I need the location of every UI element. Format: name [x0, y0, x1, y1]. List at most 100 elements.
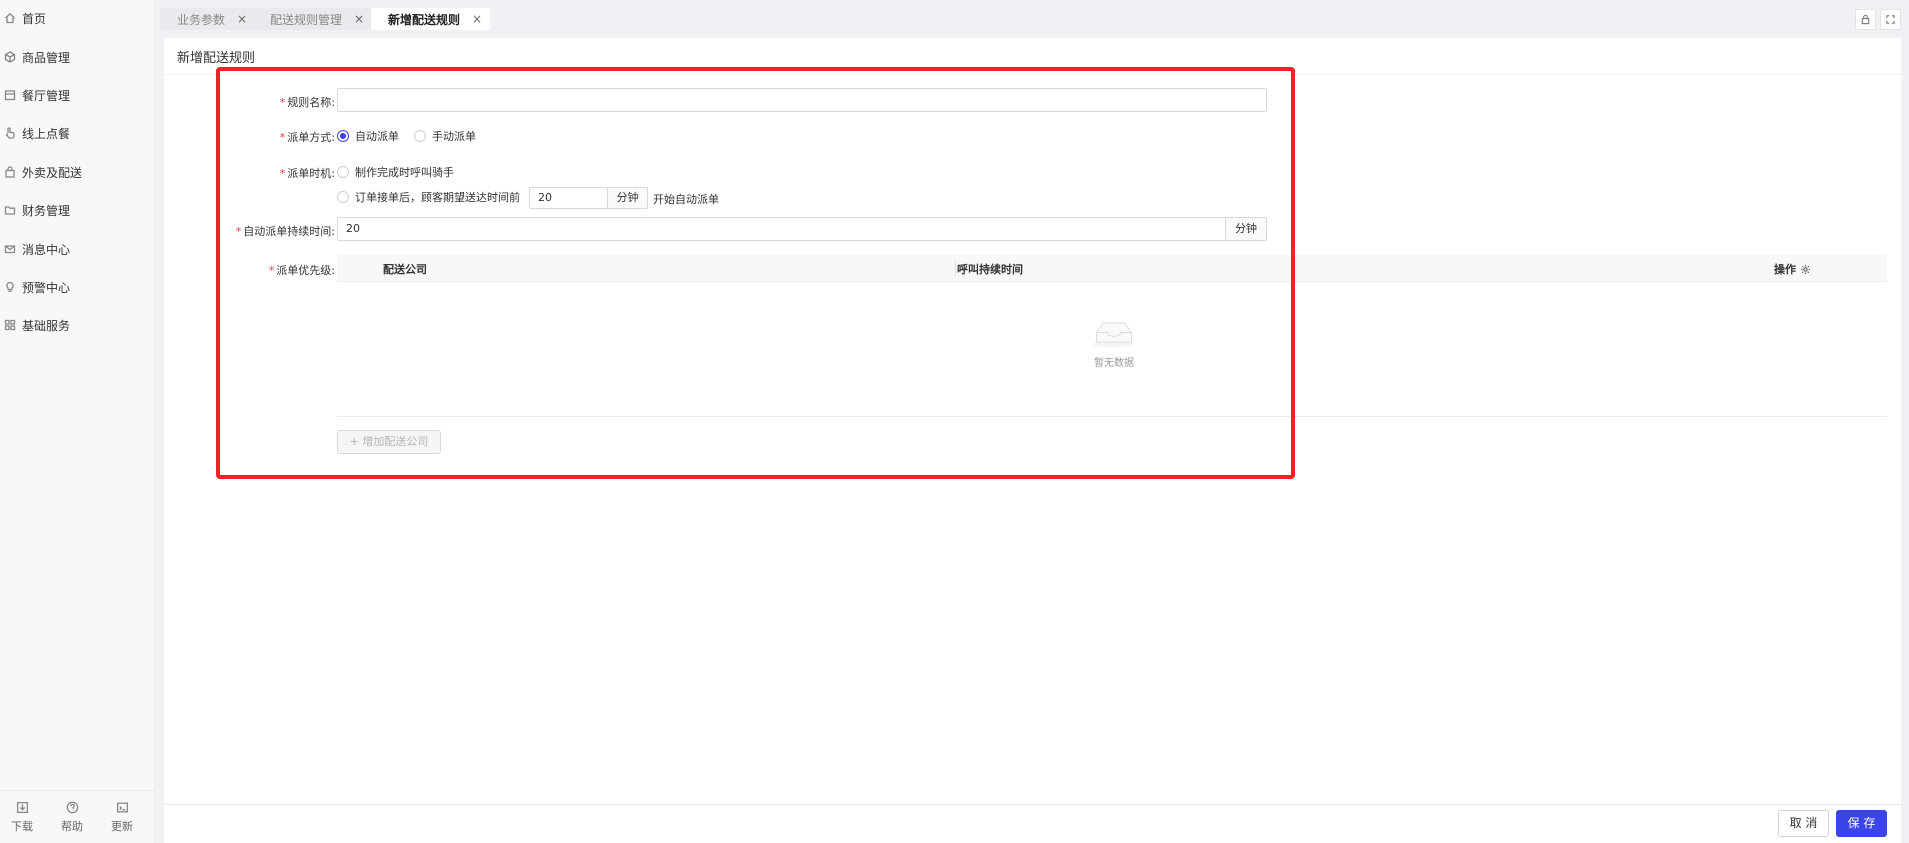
sidebar-item-label: 财务管理 [22, 203, 71, 218]
rule-name-label: * 规则名称: [269, 94, 335, 110]
radio-unchecked-icon [414, 130, 426, 142]
radio-unchecked-icon [337, 166, 349, 178]
tab-label: 配送规则管理 [270, 12, 343, 27]
empty-state: 暂无数据 [1088, 319, 1140, 369]
update-icon [116, 802, 128, 813]
tab-actions [1855, 9, 1901, 30]
sidebar-item-delivery[interactable]: 外卖及配送 [0, 161, 155, 183]
sidebar-item-label: 首页 [22, 11, 47, 26]
update-button[interactable]: 更新 [102, 801, 142, 834]
timing-minutes-input[interactable]: 20 [529, 187, 608, 209]
footer-divider [164, 804, 1909, 805]
lock-icon [1861, 14, 1870, 25]
radio-timing-on-complete[interactable]: 制作完成时呼叫骑手 [337, 164, 454, 180]
fullscreen-icon [1886, 15, 1895, 24]
sidebar-bottom-tools: 下载 帮助 更新 [0, 790, 155, 843]
download-icon [16, 801, 28, 814]
radio-label: 手动派单 [432, 130, 476, 143]
bulb-icon [2, 279, 18, 295]
save-button[interactable]: 保 存 [1836, 810, 1887, 837]
radio-manual-dispatch[interactable]: 手动派单 [414, 128, 476, 144]
required-mark: * [279, 131, 286, 144]
sidebar-item-online-order[interactable]: 线上点餐 [0, 122, 155, 144]
required-mark: * [235, 225, 242, 238]
column-divider [955, 260, 956, 276]
sidebar-item-finance[interactable]: 财务管理 [0, 199, 155, 221]
tab-bar: 业务参数 × 配送规则管理 × 新增配送规则 × [160, 0, 1909, 36]
update-label: 更新 [111, 820, 133, 833]
sidebar-item-label: 预警中心 [22, 280, 71, 295]
tab-label: 新增配送规则 [388, 12, 461, 27]
radio-auto-dispatch[interactable]: 自动派单 [337, 128, 399, 144]
folder-icon [2, 202, 18, 218]
sidebar-item-label: 基础服务 [22, 318, 71, 333]
grid-icon [2, 317, 18, 333]
help-button[interactable]: 帮助 [52, 801, 92, 834]
dispatch-mode-label: * 派单方式: [269, 129, 335, 145]
sidebar-item-basic-services[interactable]: 基础服务 [0, 314, 155, 336]
download-label: 下载 [11, 820, 33, 833]
fullscreen-button[interactable] [1880, 9, 1901, 30]
column-header-actions-label: 操作 [1774, 263, 1796, 276]
column-header-duration: 呼叫持续时间 [957, 263, 1023, 276]
radio-label: 制作完成时呼叫骑手 [355, 166, 454, 179]
priority-label-text: 派单优先级: [276, 264, 335, 277]
close-icon[interactable]: × [354, 12, 364, 26]
sidebar-item-label: 商品管理 [22, 50, 71, 65]
empty-text: 暂无数据 [1094, 358, 1134, 369]
help-icon [66, 801, 78, 814]
sidebar-item-label: 外卖及配送 [22, 165, 83, 180]
cancel-button[interactable]: 取 消 [1778, 810, 1829, 837]
empty-inbox-icon [1092, 322, 1136, 348]
close-icon[interactable]: × [237, 12, 247, 26]
table-header: 配送公司 呼叫持续时间 操作 [337, 254, 1887, 282]
main-panel: 新增配送规则 * 规则名称: * 派单方式: 自动派单 手动派单 * 派单时机: 制作… [164, 38, 1901, 843]
radio-checked-icon [337, 130, 349, 142]
cube-icon [2, 49, 18, 65]
gear-icon[interactable] [1800, 264, 1811, 275]
column-header-actions: 操作 [1774, 261, 1811, 277]
dispatch-mode-label-text: 派单方式: [287, 131, 335, 144]
radio-label: 订单接单后，顾客期望送达时间前 [355, 191, 520, 204]
sidebar-item-label: 线上点餐 [22, 126, 71, 141]
radio-label: 自动派单 [355, 130, 399, 143]
tab-label: 业务参数 [177, 12, 226, 27]
sidebar-item-label: 餐厅管理 [22, 88, 71, 103]
dispatch-timing-label-text: 派单时机: [287, 167, 335, 180]
add-delivery-company-button[interactable]: + 增加配送公司 [337, 430, 441, 454]
priority-label: * 派单优先级: [244, 262, 335, 278]
hand-icon [2, 125, 18, 141]
lock-button[interactable] [1855, 9, 1876, 30]
radio-unchecked-icon [337, 191, 349, 203]
sidebar-item-products[interactable]: 商品管理 [0, 46, 155, 68]
close-icon[interactable]: × [472, 12, 482, 26]
sidebar-item-home[interactable]: 首页 [0, 7, 155, 29]
dispatch-timing-label: * 派单时机: [269, 165, 335, 181]
duration-label: * 自动派单持续时间: [204, 223, 335, 239]
help-label: 帮助 [61, 820, 83, 833]
sidebar: 首页 商品管理 餐厅管理 线上点餐 外卖及配送 财务管理 消息中心 预警中心 基… [0, 0, 155, 843]
timing-suffix-text: 开始自动派单 [653, 193, 719, 206]
duration-input[interactable]: 20 [337, 217, 1226, 241]
download-button[interactable]: 下载 [2, 801, 42, 834]
sidebar-item-messages[interactable]: 消息中心 [0, 238, 155, 260]
rule-name-label-text: 规则名称: [287, 96, 335, 109]
tab-delivery-rules[interactable]: 配送规则管理 × [253, 8, 373, 30]
timing-minutes-unit: 分钟 [607, 187, 648, 209]
rule-name-input[interactable] [337, 88, 1267, 112]
sidebar-item-label: 消息中心 [22, 242, 71, 257]
sidebar-item-alerts[interactable]: 预警中心 [0, 276, 155, 298]
sidebar-item-restaurant[interactable]: 餐厅管理 [0, 84, 155, 106]
tab-new-delivery-rule[interactable]: 新增配送规则 × [371, 8, 491, 30]
required-mark: * [279, 96, 286, 109]
store-icon [2, 87, 18, 103]
required-mark: * [279, 167, 286, 180]
tab-business-params[interactable]: 业务参数 × [160, 8, 256, 30]
table-bottom-border [337, 416, 1887, 417]
duration-label-text: 自动派单持续时间: [243, 225, 335, 238]
page-title: 新增配送规则 [177, 51, 256, 66]
mail-icon [2, 241, 18, 257]
column-header-company: 配送公司 [383, 263, 427, 276]
divider [164, 74, 1901, 75]
radio-timing-before-expected[interactable]: 订单接单后，顾客期望送达时间前 [337, 189, 520, 205]
